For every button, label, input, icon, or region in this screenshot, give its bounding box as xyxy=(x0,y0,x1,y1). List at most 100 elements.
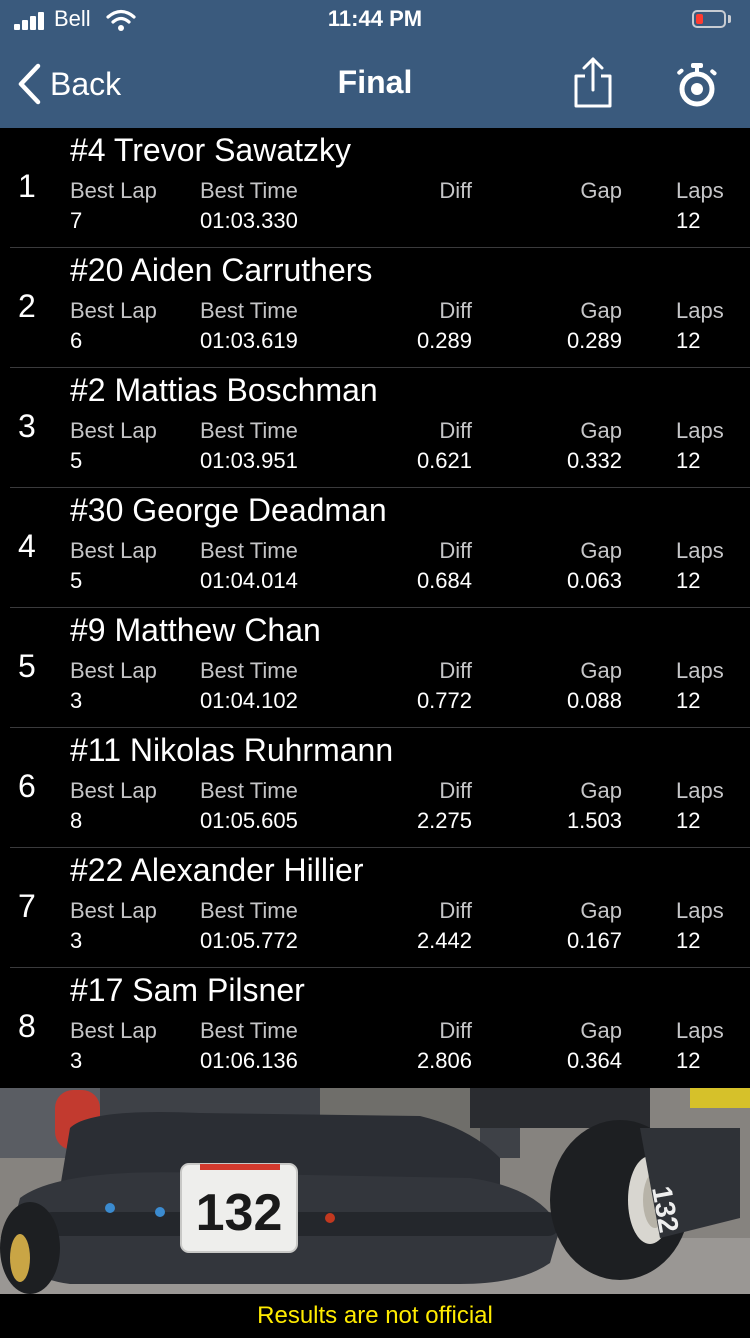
driver-name: #4 Trevor Sawatzky xyxy=(70,132,351,168)
diff-value: 0.289 xyxy=(416,328,472,353)
result-row[interactable]: 5 #9 Matthew Chan Best Lap Best Time Dif… xyxy=(0,608,750,728)
result-row[interactable]: 1 #4 Trevor Sawatzky Best Lap Best Time … xyxy=(0,128,750,248)
best-lap-label: Best Lap xyxy=(70,778,157,803)
best-lap-value: 5 xyxy=(70,448,83,473)
laps-label: Laps xyxy=(676,418,724,443)
gap-value: 1.503 xyxy=(566,808,622,833)
best-time-label: Best Time xyxy=(200,418,298,443)
laps-label: Laps xyxy=(676,1018,724,1043)
best-lap-value: 3 xyxy=(70,928,83,953)
diff-value: 0.621 xyxy=(416,448,472,473)
driver-name: #17 Sam Pilsner xyxy=(70,972,305,1008)
gap-value: 0.063 xyxy=(566,568,622,593)
driver-name: #11 Nikolas Ruhrmann xyxy=(70,732,394,768)
status-time: 11:44 PM xyxy=(327,6,423,31)
driver-name: #9 Matthew Chan xyxy=(70,612,321,648)
laps-value: 12 xyxy=(676,1048,701,1073)
diff-value: 2.442 xyxy=(416,928,472,953)
best-time-label: Best Time xyxy=(200,538,298,563)
gap-label: Gap xyxy=(580,898,622,923)
kart-number: 132 xyxy=(196,1184,283,1242)
driver-name: #2 Mattias Boschman xyxy=(70,372,378,408)
driver-name: #30 George Deadman xyxy=(70,492,387,528)
best-lap-label: Best Lap xyxy=(70,298,157,323)
result-row[interactable]: 6 #11 Nikolas Ruhrmann Best Lap Best Tim… xyxy=(0,728,750,848)
best-lap-value: 6 xyxy=(70,328,83,353)
diff-value: 0.684 xyxy=(416,568,472,593)
position-number: 8 xyxy=(18,1008,36,1044)
stopwatch-icon[interactable] xyxy=(674,62,720,108)
gap-label: Gap xyxy=(580,178,622,203)
laps-value: 12 xyxy=(676,328,701,353)
result-row[interactable]: 8 #17 Sam Pilsner Best Lap Best Time Dif… xyxy=(0,968,750,1088)
diff-label: Diff xyxy=(439,298,472,323)
battery-icon xyxy=(692,10,726,28)
best-lap-label: Best Lap xyxy=(70,658,157,683)
unofficial-results-notice: Results are not official xyxy=(0,1294,750,1334)
gap-value: 0.364 xyxy=(566,1048,622,1073)
battery-tip xyxy=(728,15,731,23)
diff-value: 2.806 xyxy=(416,1048,472,1073)
gap-value: 0.167 xyxy=(566,928,622,953)
laps-value: 12 xyxy=(676,448,701,473)
gap-value: 0.088 xyxy=(566,688,622,713)
best-time-label: Best Time xyxy=(200,178,298,203)
position-number: 6 xyxy=(18,768,36,804)
laps-label: Laps xyxy=(676,778,724,803)
diff-label: Diff xyxy=(439,778,472,803)
page-title: Final xyxy=(337,64,413,100)
best-lap-value: 3 xyxy=(70,688,83,713)
gap-label: Gap xyxy=(580,418,622,443)
laps-value: 12 xyxy=(676,208,701,233)
best-time-value: 01:03.619 xyxy=(200,328,298,353)
position-number: 5 xyxy=(18,648,36,684)
result-row[interactable]: 7 #22 Alexander Hillier Best Lap Best Ti… xyxy=(0,848,750,968)
best-time-value: 01:05.772 xyxy=(200,928,298,953)
best-time-value: 01:03.951 xyxy=(200,448,298,473)
result-row[interactable]: 2 #20 Aiden Carruthers Best Lap Best Tim… xyxy=(0,248,750,368)
gap-label: Gap xyxy=(580,298,622,323)
gap-label: Gap xyxy=(580,1018,622,1043)
best-lap-label: Best Lap xyxy=(70,538,157,563)
diff-label: Diff xyxy=(439,178,472,203)
position-number: 2 xyxy=(18,288,36,324)
best-time-label: Best Time xyxy=(200,1018,298,1043)
laps-value: 12 xyxy=(676,688,701,713)
laps-value: 12 xyxy=(676,808,701,833)
best-time-label: Best Time xyxy=(200,298,298,323)
laps-label: Laps xyxy=(676,898,724,923)
navigation-bar: Back Final xyxy=(0,40,750,128)
diff-label: Diff xyxy=(439,1018,472,1043)
diff-value: 2.275 xyxy=(416,808,472,833)
best-time-value: 01:04.102 xyxy=(200,688,298,713)
diff-label: Diff xyxy=(439,658,472,683)
results-list: 1 #4 Trevor Sawatzky Best Lap Best Time … xyxy=(0,128,750,1088)
gap-value: 0.332 xyxy=(566,448,622,473)
best-lap-label: Best Lap xyxy=(70,898,157,923)
best-lap-label: Best Lap xyxy=(70,1018,157,1043)
best-time-label: Best Time xyxy=(200,778,298,803)
gap-label: Gap xyxy=(580,658,622,683)
best-time-value: 01:03.330 xyxy=(200,208,298,233)
best-time-label: Best Time xyxy=(200,898,298,923)
laps-label: Laps xyxy=(676,298,724,323)
laps-label: Laps xyxy=(676,658,724,683)
gap-label: Gap xyxy=(580,778,622,803)
share-icon[interactable] xyxy=(570,56,616,110)
best-time-value: 01:04.014 xyxy=(200,568,298,593)
best-lap-value: 8 xyxy=(70,808,83,833)
driver-name: #20 Aiden Carruthers xyxy=(70,252,373,288)
result-row[interactable]: 3 #2 Mattias Boschman Best Lap Best Time… xyxy=(0,368,750,488)
best-time-label: Best Time xyxy=(200,658,298,683)
laps-value: 12 xyxy=(676,568,701,593)
gap-value: 0.289 xyxy=(566,328,622,353)
status-bar: Bell 11:44 PM xyxy=(0,0,750,40)
laps-label: Laps xyxy=(676,178,724,203)
laps-value: 12 xyxy=(676,928,701,953)
gap-label: Gap xyxy=(580,538,622,563)
result-row[interactable]: 4 #30 George Deadman Best Lap Best Time … xyxy=(0,488,750,608)
top-bar: Bell 11:44 PM Back Final xyxy=(0,0,750,128)
diff-label: Diff xyxy=(439,418,472,443)
best-lap-label: Best Lap xyxy=(70,418,157,443)
position-number: 1 xyxy=(18,168,36,204)
